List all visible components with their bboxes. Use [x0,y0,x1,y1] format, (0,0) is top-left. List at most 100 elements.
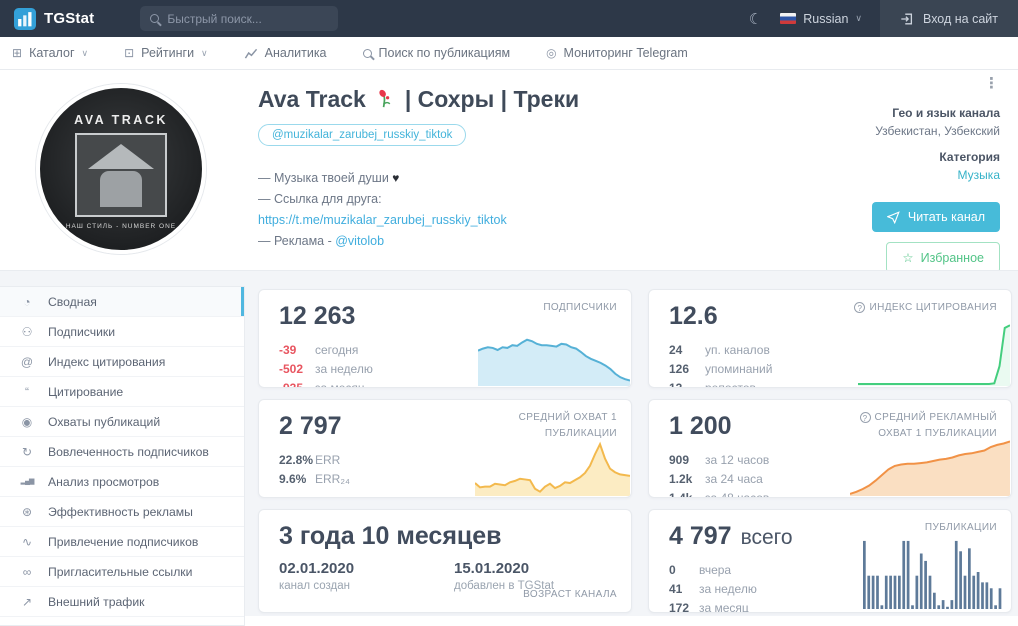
sidebar-item-subscriber-acquisition[interactable]: ∿ Привлечение подписчиков [0,527,244,557]
sidebar-item-views-analysis[interactable]: ▂▄▆ Анализ просмотров [0,467,244,497]
monitoring-icon: ◎ [546,47,556,59]
created-date-label: канал создан [279,580,354,592]
chevron-down-icon: ∨ [201,48,208,59]
search-input[interactable] [167,12,317,26]
description-line-2: — Ссылка для друга: [258,189,579,210]
sidebar: ◔ Сводная ⚇ Подписчики @ Индекс цитирова… [0,286,245,626]
publications-value: 4 797 всего [669,522,793,551]
avatar-top-text: AVA TRACK [40,113,202,127]
more-options-dots-icon[interactable]: ⋮ [984,74,1000,92]
avg-reach-stats: 22.8%ERR 9.6%ERR₂₄ [279,451,350,489]
nav-ratings-label: Рейтинги [141,46,194,60]
users-icon: ⚇ [18,326,36,338]
ad-effectiveness-icon: ⊛ [18,506,36,518]
publications-bar-chart [863,535,1003,609]
citation-index-value: 12.6 [669,302,718,331]
tgstat-logo[interactable]: TGStat [14,8,94,30]
avg-reach-value: 2 797 [279,412,342,441]
ad-contact-link[interactable]: @vitolob [335,234,384,248]
subscribers-stats: -39сегодня -502за неделю -935за месяц [279,341,373,388]
language-selector[interactable]: Russian ∨ [780,12,880,26]
sidebar-item-external-traffic[interactable]: ↗ Внешний трафик [0,587,244,617]
channel-info: Ava Track | Сохры | Треки @muzikalar_zar… [258,86,579,252]
wilted-rose-emoji-icon [375,89,396,110]
added-date-label: добавлен в TGStat [454,580,554,592]
nav-ratings[interactable]: ⊡ Рейтинги ∨ [124,46,208,60]
card-avg-reach: СРЕДНИЙ ОХВАТ 1 ПУБЛИКАЦИИ 2 797 22.8%ER… [258,399,632,498]
dark-mode-moon-icon[interactable]: ☾ [731,10,780,28]
bar-chart-icon: ▂▄▆ [18,478,36,485]
chevron-down-icon: ∨ [82,48,89,59]
chevron-down-icon: ∨ [855,13,862,24]
description-line-1: — Музыка твоей души ♥ [258,168,579,189]
login-label: Вход на сайт [923,12,998,26]
sidebar-item-engagement[interactable]: ↻ Вовлеченность подписчиков [0,437,244,467]
nav-monitoring-label: Мониторинг Telegram [564,46,688,60]
ad-reach-sparkline [850,426,1010,496]
read-channel-button[interactable]: Читать канал [872,202,1000,232]
nav-search-publications-label: Поиск по публикациям [379,46,511,60]
tgstat-logo-icon [14,8,36,30]
favorites-button[interactable]: ☆ Избранное [886,242,1000,273]
geo-value: Узбекистан, Узбекский [872,124,1000,138]
login-button[interactable]: Вход на сайт [880,0,1018,37]
quick-search [140,6,338,31]
sidebar-item-summary[interactable]: ◔ Сводная [0,287,244,317]
geo-label: Гео и язык канала [872,106,1000,120]
publications-value-suffix: всего [741,526,793,550]
link-chain-icon: ∞ [18,566,36,578]
created-date: 02.01.2020 [279,560,354,577]
topbar-right: ☾ Russian ∨ Вход на сайт [731,0,1018,37]
person-silhouette [100,171,142,207]
added-date: 15.01.2020 [454,560,554,577]
main-nav: ⊞ Каталог ∨ ⊡ Рейтинги ∨ Аналитика Поиск… [0,37,1018,70]
channel-invite-link[interactable]: https://t.me/muzikalar_zarubej_russkiy_t… [258,213,507,227]
channel-avatar: AVA TRACK НАШ СТИЛЬ - NUMBER ONE [36,84,206,254]
sidebar-item-ad-effectiveness[interactable]: ⊛ Эффективность рекламы [0,497,244,527]
external-arrow-icon: ↗ [18,596,36,608]
sidebar-item-post-reach[interactable]: ◉ Охваты публикаций [0,407,244,437]
ad-reach-value: 1 200 [669,412,732,441]
growth-curve-icon: ∿ [18,536,36,548]
star-icon: ☆ [902,250,913,265]
info-icon: ? [854,302,865,313]
sidebar-item-invite-links[interactable]: ∞ Пригласительные ссылки [0,557,244,587]
russian-flag-icon [780,13,796,24]
nav-catalog-label: Каталог [29,46,74,60]
sidebar-item-citation[interactable]: “ Цитирование [0,377,244,407]
logo-text: TGStat [44,10,94,27]
language-label: Russian [803,12,848,26]
description-line-3: — Реклама - @vitolob [258,231,579,252]
card-channel-age: ВОЗРАСТ КАНАЛА 3 года 10 месяцев 02.01.2… [258,509,632,613]
avatar-bottom-text: НАШ СТИЛЬ - NUMBER ONE [40,223,202,230]
added-date-block: 15.01.2020 добавлен в TGStat [454,560,554,592]
card-citation-index: ?ИНДЕКС ЦИТИРОВАНИЯ 12.6 24уп. каналов 1… [648,289,1012,388]
sidebar-item-subscribers[interactable]: ⚇ Подписчики [0,317,244,347]
sidebar-item-citation-index[interactable]: @ Индекс цитирования [0,347,244,377]
conical-hat-shape [88,144,154,169]
channel-header: AVA TRACK НАШ СТИЛЬ - NUMBER ONE Ava Tra… [0,70,1018,270]
nav-search-publications[interactable]: Поиск по публикациям [363,46,511,60]
ad-reach-stats: 909за 12 часов 1.2kза 24 часа 1.4kза 48 … [669,451,769,498]
category-value-link[interactable]: Музыка [872,168,1000,182]
telegram-icon [887,211,900,224]
black-heart-icon: ♥ [392,171,399,185]
at-sign-icon: @ [18,356,36,368]
channel-description: — Музыка твоей души ♥ — Ссылка для друга… [258,168,579,252]
nav-analytics[interactable]: Аналитика [244,46,327,60]
card-publications: ПУБЛИКАЦИИ 4 797 всего 0вчера 41за недел… [648,509,1012,613]
card-subscribers: ПОДПИСЧИКИ 12 263 -39сегодня -502за неде… [258,289,632,388]
citation-stats: 24уп. каналов 126упоминаний 13репостов [669,341,772,388]
gauge-icon: ◔ [18,296,36,308]
card-subscribers-label: ПОДПИСЧИКИ [543,300,617,316]
favorites-label: Избранное [921,251,984,265]
nav-catalog[interactable]: ⊞ Каталог ∨ [12,46,88,60]
engagement-loop-icon: ↻ [18,446,36,458]
channel-username-pill[interactable]: @muzikalar_zarubej_russkiy_tiktok [258,124,466,146]
avatar-photo-frame [75,133,167,217]
search-icon [150,14,159,23]
search-icon [363,49,372,58]
info-icon: ? [860,412,871,423]
nav-monitoring[interactable]: ◎ Мониторинг Telegram [546,46,688,60]
card-citation-label: ?ИНДЕКС ЦИТИРОВАНИЯ [854,300,997,316]
